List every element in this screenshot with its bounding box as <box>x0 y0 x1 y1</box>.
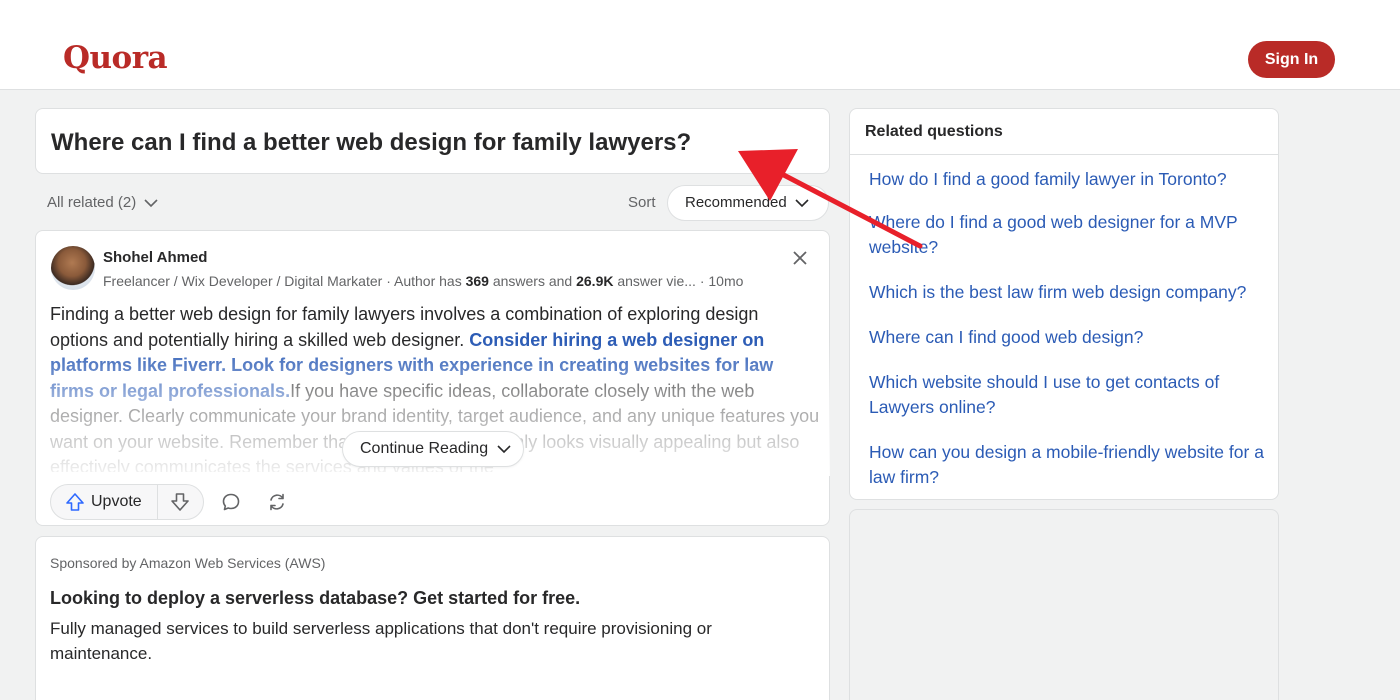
downvote-arrow-icon <box>171 493 189 511</box>
answers-count: 369 <box>465 273 489 289</box>
author-name[interactable]: Shohel Ahmed <box>103 248 207 268</box>
top-bar: Quora Sign In <box>0 0 1400 90</box>
related-questions-heading: Related questions <box>850 109 1278 155</box>
sponsor-label: Sponsored by Amazon Web Services (AWS) <box>50 555 326 571</box>
credential-suffix: answer vie... · 10mo <box>613 273 744 289</box>
continue-reading-button[interactable]: Continue Reading <box>342 431 524 467</box>
sponsored-card: Sponsored by Amazon Web Services (AWS) L… <box>35 536 830 700</box>
related-question-link[interactable]: Where can I find good web design? <box>869 325 1269 350</box>
upvote-arrow-icon <box>66 493 84 511</box>
sign-in-button[interactable]: Sign In <box>1248 41 1335 78</box>
author-credential: Freelancer / Wix Developer / Digital Mar… <box>103 271 818 291</box>
related-question-link[interactable]: Which is the best law firm web design co… <box>869 280 1269 305</box>
author-avatar[interactable] <box>51 246 95 290</box>
answer-card: Shohel Ahmed Freelancer / Wix Developer … <box>35 230 830 526</box>
all-related-dropdown[interactable]: All related (2) <box>47 193 158 213</box>
credential-mid: answers and <box>488 273 577 289</box>
related-question-link[interactable]: Where do I find a good web designer for … <box>869 210 1269 260</box>
question-card: Where can I find a better web design for… <box>35 108 830 174</box>
vote-controls: Upvote <box>50 484 204 520</box>
comment-icon[interactable] <box>220 491 242 513</box>
credential-prefix: Freelancer / Wix Developer / Digital Mar… <box>103 273 466 289</box>
related-question-link[interactable]: Which website should I use to get contac… <box>869 370 1269 420</box>
related-questions-card: Related questions How do I find a good f… <box>849 108 1279 500</box>
ad-placeholder-card <box>849 509 1279 700</box>
downvote-button[interactable] <box>158 485 204 519</box>
ad-title[interactable]: Looking to deploy a serverless database?… <box>50 586 580 610</box>
chevron-down-icon <box>496 445 511 453</box>
sort-label: Sort <box>628 194 656 211</box>
ad-body: Fully managed services to build serverle… <box>50 619 712 663</box>
related-question-link[interactable]: How do I find a good family lawyer in To… <box>869 167 1269 192</box>
quora-logo[interactable]: Quora <box>63 38 168 78</box>
question-title: Where can I find a better web design for… <box>51 129 692 156</box>
all-related-label: All related (2) <box>47 194 137 211</box>
close-icon[interactable] <box>789 247 811 269</box>
views-count: 26.9K <box>576 273 614 289</box>
upvote-label: Upvote <box>91 493 142 510</box>
upvote-button[interactable]: Upvote <box>51 485 157 519</box>
chevron-down-icon <box>795 199 809 208</box>
share-icon[interactable] <box>266 491 288 513</box>
sort-value: Recommended <box>685 194 787 211</box>
filter-row: All related (2) Sort Recommended <box>35 185 830 221</box>
chevron-down-icon <box>144 199 158 208</box>
sort-dropdown[interactable]: Recommended <box>667 185 829 221</box>
continue-reading-label: Continue Reading <box>360 440 489 457</box>
related-question-link[interactable]: How can you design a mobile-friendly web… <box>869 440 1269 490</box>
